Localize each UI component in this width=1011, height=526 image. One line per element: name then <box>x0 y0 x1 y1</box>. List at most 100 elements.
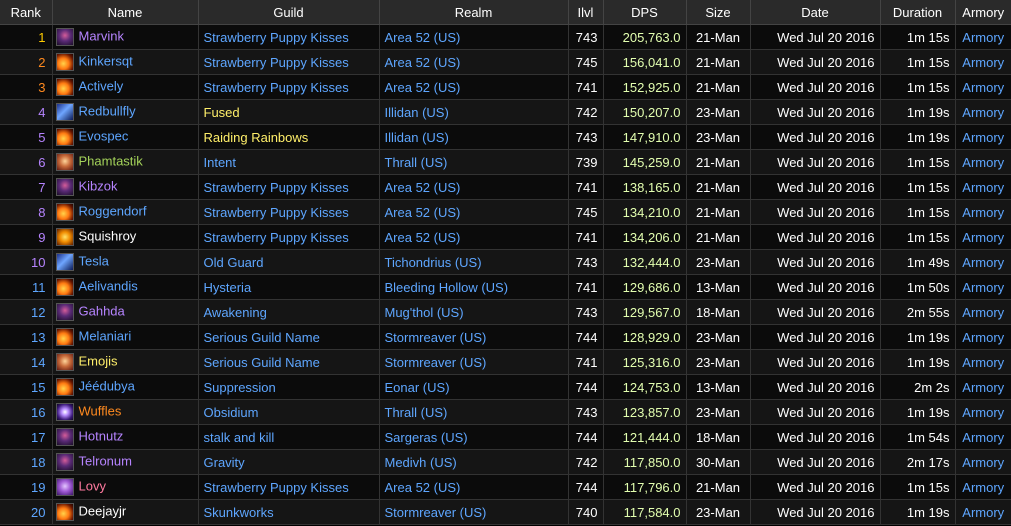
guild-link[interactable]: Serious Guild Name <box>198 324 380 350</box>
realm-link[interactable]: Illidan (US) <box>379 99 569 125</box>
ilvl-cell: 743 <box>568 299 604 325</box>
realm-link[interactable]: Mug'thol (US) <box>379 299 569 325</box>
realm-link[interactable]: Area 52 (US) <box>379 74 569 100</box>
guild-link[interactable]: Serious Guild Name <box>198 349 380 375</box>
guild-link[interactable]: Obsidium <box>198 399 380 425</box>
player-name-link[interactable]: Melaniari <box>79 328 132 343</box>
armory-link[interactable]: Armory <box>955 99 1011 125</box>
realm-link[interactable]: Area 52 (US) <box>379 224 569 250</box>
armory-link[interactable]: Armory <box>955 499 1011 525</box>
realm-link[interactable]: Eonar (US) <box>379 374 569 400</box>
armory-link[interactable]: Armory <box>955 124 1011 150</box>
realm-link[interactable]: Area 52 (US) <box>379 49 569 75</box>
player-name-link[interactable]: Squishroy <box>79 228 137 243</box>
armory-link[interactable]: Armory <box>955 49 1011 75</box>
guild-link[interactable]: Old Guard <box>198 249 380 275</box>
armory-link[interactable]: Armory <box>955 74 1011 100</box>
player-name-link[interactable]: Hotnutz <box>79 428 124 443</box>
realm-link[interactable]: Tichondrius (US) <box>379 249 569 275</box>
player-name-link[interactable]: Kinkersqt <box>79 53 133 68</box>
realm-link[interactable]: Stormreaver (US) <box>379 349 569 375</box>
realm-link[interactable]: Thrall (US) <box>379 149 569 175</box>
player-name-link[interactable]: Deejayjr <box>79 503 127 518</box>
guild-link[interactable]: Strawberry Puppy Kisses <box>198 174 380 200</box>
guild-link[interactable]: Hysteria <box>198 274 380 300</box>
guild-link[interactable]: Strawberry Puppy Kisses <box>198 224 380 250</box>
armory-link[interactable]: Armory <box>955 324 1011 350</box>
realm-link[interactable]: Thrall (US) <box>379 399 569 425</box>
player-cell: Redbullfly <box>52 99 199 125</box>
player-name-link[interactable]: Marvink <box>79 28 125 43</box>
header-dps[interactable]: DPS <box>603 0 687 25</box>
guild-link[interactable]: Intent <box>198 149 380 175</box>
date-cell: Wed Jul 20 2016 <box>750 499 881 525</box>
armory-link[interactable]: Armory <box>955 299 1011 325</box>
guild-link[interactable]: Strawberry Puppy Kisses <box>198 24 380 50</box>
header-guild[interactable]: Guild <box>198 0 380 25</box>
armory-link[interactable]: Armory <box>955 474 1011 500</box>
ilvl-cell: 742 <box>568 449 604 475</box>
player-name-link[interactable]: Emojis <box>79 353 118 368</box>
armory-link[interactable]: Armory <box>955 149 1011 175</box>
player-name-link[interactable]: Lovy <box>79 478 106 493</box>
armory-link[interactable]: Armory <box>955 274 1011 300</box>
player-name-link[interactable]: Evospec <box>79 128 129 143</box>
realm-link[interactable]: Bleeding Hollow (US) <box>379 274 569 300</box>
guild-link[interactable]: Raiding Rainbows <box>198 124 380 150</box>
size-cell: 21-Man <box>686 174 751 200</box>
header-size[interactable]: Size <box>686 0 751 25</box>
header-duration[interactable]: Duration <box>880 0 956 25</box>
realm-link[interactable]: Illidan (US) <box>379 124 569 150</box>
armory-link[interactable]: Armory <box>955 374 1011 400</box>
guild-link[interactable]: Strawberry Puppy Kisses <box>198 474 380 500</box>
armory-link[interactable]: Armory <box>955 199 1011 225</box>
player-name-link[interactable]: Actively <box>79 78 124 93</box>
realm-link[interactable]: Area 52 (US) <box>379 174 569 200</box>
header-name[interactable]: Name <box>52 0 199 25</box>
table-row: 18 Telronum Gravity Medivh (US) 742 117,850.0… <box>0 449 1011 475</box>
player-name-link[interactable]: Telronum <box>79 453 132 468</box>
armory-link[interactable]: Armory <box>955 424 1011 450</box>
guild-link[interactable]: Strawberry Puppy Kisses <box>198 74 380 100</box>
armory-link[interactable]: Armory <box>955 449 1011 475</box>
player-name-link[interactable]: Gahhda <box>79 303 125 318</box>
realm-link[interactable]: Area 52 (US) <box>379 24 569 50</box>
realm-link[interactable]: Medivh (US) <box>379 449 569 475</box>
guild-link[interactable]: Suppression <box>198 374 380 400</box>
armory-link[interactable]: Armory <box>955 349 1011 375</box>
realm-link[interactable]: Sargeras (US) <box>379 424 569 450</box>
player-name-link[interactable]: Tesla <box>79 253 109 268</box>
realm-link[interactable]: Stormreaver (US) <box>379 499 569 525</box>
player-name-link[interactable]: Redbullfly <box>79 103 136 118</box>
dps-cell: 123,857.0 <box>603 399 687 425</box>
flame-icon <box>55 278 74 296</box>
guild-link[interactable]: stalk and kill <box>198 424 380 450</box>
realm-link[interactable]: Stormreaver (US) <box>379 324 569 350</box>
dps-cell: 125,316.0 <box>603 349 687 375</box>
guild-link[interactable]: Awakening <box>198 299 380 325</box>
armory-link[interactable]: Armory <box>955 399 1011 425</box>
realm-link[interactable]: Area 52 (US) <box>379 474 569 500</box>
armory-link[interactable]: Armory <box>955 174 1011 200</box>
armory-link[interactable]: Armory <box>955 249 1011 275</box>
guild-link[interactable]: Gravity <box>198 449 380 475</box>
header-rank[interactable]: Rank <box>0 0 53 25</box>
player-name-link[interactable]: Aelivandis <box>79 278 138 293</box>
armory-link[interactable]: Armory <box>955 224 1011 250</box>
player-name-link[interactable]: Kibzok <box>79 178 118 193</box>
date-cell: Wed Jul 20 2016 <box>750 24 881 50</box>
header-realm[interactable]: Realm <box>379 0 569 25</box>
dps-cell: 134,206.0 <box>603 224 687 250</box>
guild-link[interactable]: Fused <box>198 99 380 125</box>
realm-link[interactable]: Area 52 (US) <box>379 199 569 225</box>
player-name-link[interactable]: Jéédubya <box>79 378 135 393</box>
header-date[interactable]: Date <box>750 0 881 25</box>
guild-link[interactable]: Skunkworks <box>198 499 380 525</box>
guild-link[interactable]: Strawberry Puppy Kisses <box>198 199 380 225</box>
player-name-link[interactable]: Roggendorf <box>79 203 147 218</box>
player-name-link[interactable]: Phamtastik <box>79 153 143 168</box>
armory-link[interactable]: Armory <box>955 24 1011 50</box>
guild-link[interactable]: Strawberry Puppy Kisses <box>198 49 380 75</box>
player-name-link[interactable]: Wuffles <box>79 403 122 418</box>
header-ilvl[interactable]: Ilvl <box>568 0 604 25</box>
